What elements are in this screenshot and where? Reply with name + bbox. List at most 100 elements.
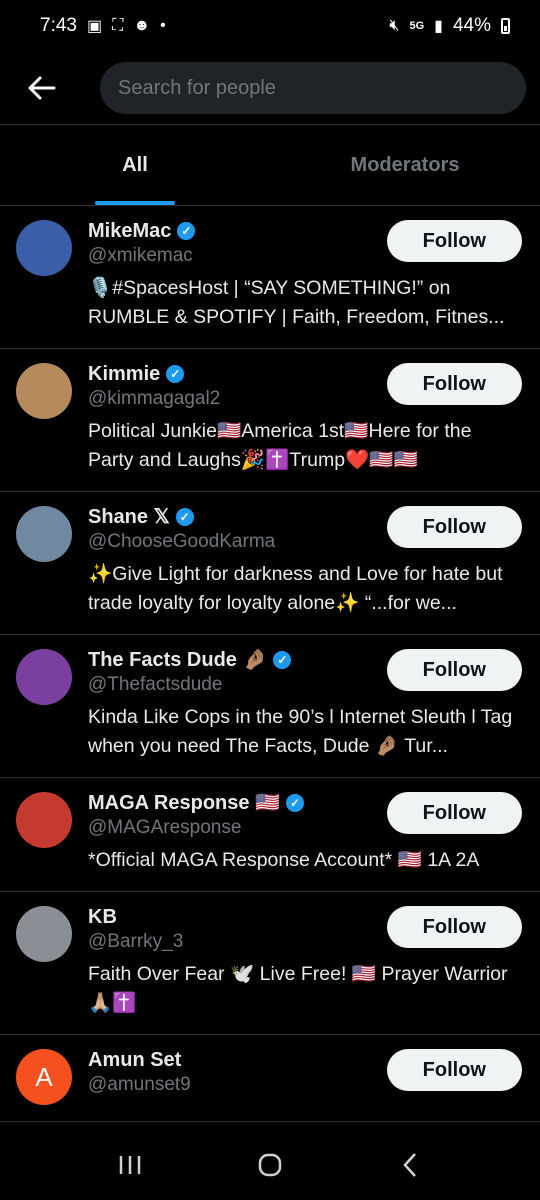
follow-button[interactable]: Follow — [386, 649, 522, 691]
user-handle: @Barrky_3 — [88, 931, 184, 952]
follow-button[interactable]: Follow — [386, 1049, 522, 1091]
follow-button[interactable]: Follow — [386, 220, 522, 262]
recents-icon[interactable] — [100, 1152, 160, 1184]
header — [0, 52, 540, 124]
dot-icon: • — [160, 17, 166, 34]
user-display-name[interactable]: Shane 𝕏 ✓ — [88, 504, 275, 530]
tab-all-label: All — [122, 153, 148, 176]
avatar[interactable] — [16, 649, 72, 705]
user-names: KB @Barrky_3 — [88, 904, 183, 954]
system-nav-bar — [0, 1136, 540, 1200]
status-right: 🔇︎ 5G ▮ 44% — [389, 15, 510, 37]
user-row[interactable]: Shane 𝕏 ✓ @ChooseGoodKarma Follow ✨Give Ligh… — [0, 492, 540, 635]
verified-badge-icon: ✓ — [273, 651, 292, 669]
user-content: KB @Barrky_3 Follow Faith Over Fear 🕊️ Live… — [88, 904, 522, 1018]
verified-badge-icon: ✓ — [177, 222, 196, 240]
battery-icon — [501, 18, 510, 34]
gallery-icon: ▣ — [86, 18, 103, 35]
avatar[interactable] — [16, 506, 72, 562]
user-header: Kimmie ✓ @kimmagagal2 Follow — [88, 361, 522, 411]
avatar[interactable] — [16, 363, 72, 419]
screenshot-icon: ⛶ — [112, 17, 124, 34]
user-names: The Facts Dude 🤌🏽 ✓ @Thefactsdude — [88, 647, 292, 697]
avatar[interactable]: A — [16, 1049, 72, 1105]
avatar[interactable] — [16, 792, 72, 848]
user-display-name[interactable]: KB — [88, 904, 183, 930]
follow-button[interactable]: Follow — [386, 906, 522, 948]
user-row[interactable]: MikeMac ✓ @xmikemac Follow 🎙️#SpacesHost | “… — [0, 206, 540, 349]
5g-icon: 5G — [409, 20, 425, 32]
user-bio: 🎙️#SpacesHost | “SAY SOMETHING!” on RUMB… — [88, 277, 505, 328]
home-icon[interactable] — [240, 1151, 300, 1186]
user-row[interactable]: The Facts Dude 🤌🏽 ✓ @Thefactsdude Follow Kin… — [0, 635, 540, 778]
follow-button[interactable]: Follow — [386, 363, 522, 405]
user-display-name[interactable]: Amun Set — [88, 1047, 191, 1073]
user-display-name[interactable]: MikeMac ✓ — [88, 218, 196, 244]
user-bio: *Official MAGA Response Account* 🇺🇸 1A 2… — [88, 849, 480, 871]
user-row[interactable]: Kimmie ✓ @kimmagagal2 Follow Political Junki… — [0, 349, 540, 492]
user-content: Shane 𝕏 ✓ @ChooseGoodKarma Follow ✨Give Ligh… — [88, 504, 522, 618]
user-name-text: MAGA Response 🇺🇸 — [88, 792, 280, 814]
user-content: Kimmie ✓ @kimmagagal2 Follow Political Junki… — [88, 361, 522, 475]
user-row[interactable]: MAGA Response 🇺🇸 ✓ @MAGAresponse Follow *Off… — [0, 778, 540, 892]
user-content: MikeMac ✓ @xmikemac Follow 🎙️#SpacesHost | “… — [88, 218, 522, 332]
mute-icon: 🔇︎ — [389, 17, 400, 34]
status-left: 7:43 ▣ ⛶ ☻ • — [40, 15, 166, 37]
user-handle: @xmikemac — [88, 245, 193, 266]
avatar[interactable] — [16, 220, 72, 276]
user-handle: @kimmagagal2 — [88, 388, 221, 409]
user-handle: @amunset9 — [88, 1074, 191, 1095]
user-names: Amun Set @amunset9 — [88, 1047, 191, 1097]
tab-moderators-label: Moderators — [350, 153, 460, 176]
user-names: MAGA Response 🇺🇸 ✓ @MAGAresponse — [88, 790, 304, 840]
user-header: MAGA Response 🇺🇸 ✓ @MAGAresponse Follow — [88, 790, 522, 840]
nav-back-icon[interactable] — [380, 1151, 440, 1186]
user-bio: Faith Over Fear 🕊️ Live Free! 🇺🇸 Prayer … — [88, 963, 508, 1014]
user-header: The Facts Dude 🤌🏽 ✓ @Thefactsdude Follow — [88, 647, 522, 697]
user-content: MAGA Response 🇺🇸 ✓ @MAGAresponse Follow *Off… — [88, 790, 522, 875]
follow-button[interactable]: Follow — [386, 506, 522, 548]
user-name-text: Kimmie — [88, 363, 161, 385]
tab-moderators[interactable]: Moderators — [270, 125, 540, 205]
user-display-name[interactable]: MAGA Response 🇺🇸 ✓ — [88, 790, 304, 816]
follow-button[interactable]: Follow — [386, 792, 522, 834]
signal-icon: ▮ — [434, 18, 443, 35]
arrow-left-icon[interactable] — [24, 70, 60, 106]
user-name-text: Shane 𝕏 — [88, 506, 170, 528]
verified-badge-icon: ✓ — [175, 508, 194, 526]
avatar[interactable] — [16, 906, 72, 962]
user-row[interactable]: KB @Barrky_3 Follow Faith Over Fear 🕊️ Live… — [0, 892, 540, 1035]
user-header: Shane 𝕏 ✓ @ChooseGoodKarma Follow — [88, 504, 522, 554]
user-bio: Kinda Like Cops in the 90’s l Internet S… — [88, 706, 513, 757]
user-display-name[interactable]: Kimmie ✓ — [88, 361, 220, 387]
user-name-text: Amun Set — [88, 1049, 182, 1071]
user-names: MikeMac ✓ @xmikemac — [88, 218, 196, 268]
user-header: KB @Barrky_3 Follow — [88, 904, 522, 954]
status-bar: 7:43 ▣ ⛶ ☻ • 🔇︎ 5G ▮ 44% — [0, 0, 540, 52]
user-name-text: KB — [88, 906, 117, 928]
user-names: Shane 𝕏 ✓ @ChooseGoodKarma — [88, 504, 275, 554]
user-handle: @MAGAresponse — [88, 817, 242, 838]
user-bio: ✨Give Light for darkness and Love for ha… — [88, 563, 503, 614]
user-header: MikeMac ✓ @xmikemac Follow — [88, 218, 522, 268]
user-header: Amun Set @amunset9 Follow — [88, 1047, 522, 1097]
user-bio: Political Junkie🇺🇸America 1st🇺🇸Here for … — [88, 420, 472, 471]
search-input[interactable] — [100, 62, 526, 114]
verified-badge-icon: ✓ — [285, 794, 304, 812]
reddit-icon: ☻ — [133, 17, 151, 34]
user-handle: @Thefactsdude — [88, 674, 223, 695]
user-handle: @ChooseGoodKarma — [88, 531, 276, 552]
tab-bar: All Moderators — [0, 124, 540, 206]
user-row[interactable]: A Amun Set @amunset9 Follow — [0, 1035, 540, 1122]
user-display-name[interactable]: The Facts Dude 🤌🏽 ✓ — [88, 647, 292, 673]
clock: 7:43 — [40, 15, 77, 36]
user-names: Kimmie ✓ @kimmagagal2 — [88, 361, 220, 411]
user-content: The Facts Dude 🤌🏽 ✓ @Thefactsdude Follow Kin… — [88, 647, 522, 761]
user-name-text: MikeMac — [88, 220, 172, 242]
battery-percent: 44% — [452, 15, 491, 36]
tab-all[interactable]: All — [0, 125, 270, 205]
verified-badge-icon: ✓ — [166, 365, 185, 383]
user-content: Amun Set @amunset9 Follow — [88, 1047, 522, 1105]
user-list: MikeMac ✓ @xmikemac Follow 🎙️#SpacesHost | “… — [0, 206, 540, 1122]
user-name-text: The Facts Dude 🤌🏽 — [88, 649, 268, 671]
